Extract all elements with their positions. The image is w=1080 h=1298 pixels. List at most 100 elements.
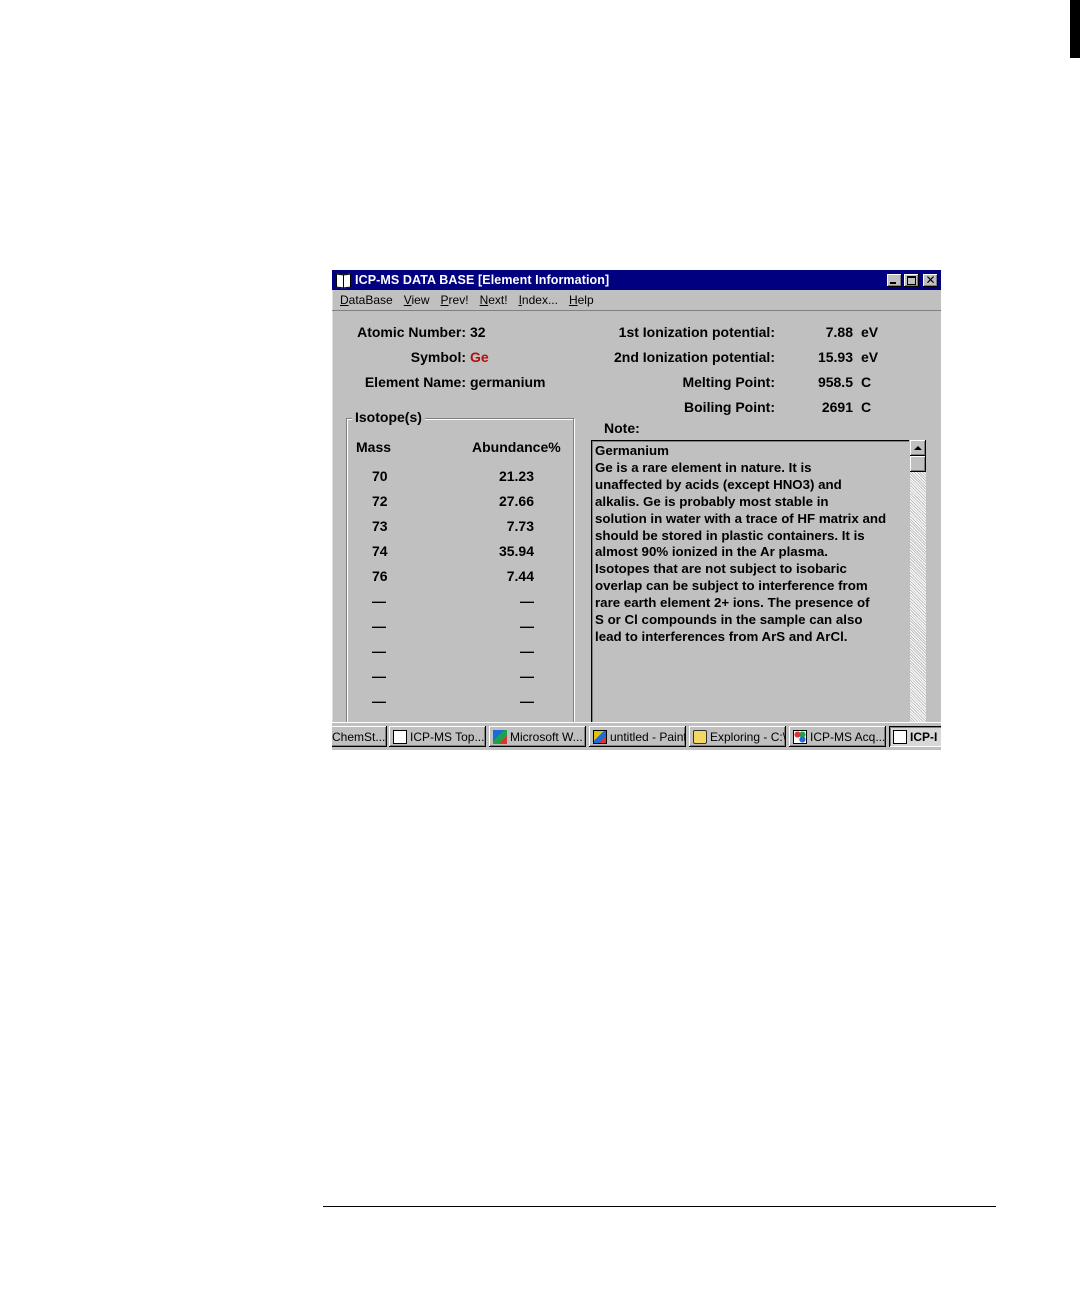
minimize-button[interactable]	[887, 273, 902, 287]
taskbar-item-microsoft-word[interactable]: Microsoft W...	[489, 726, 586, 747]
menu-next[interactable]: Next!	[480, 293, 508, 307]
taskbar-item-icpms-database[interactable]: ICP-I	[889, 726, 941, 747]
note-line: should be stored in plastic containers. …	[595, 527, 865, 543]
abundance-column-header: Abundance%	[472, 439, 561, 455]
isotope-abundance: 27.66	[498, 493, 534, 509]
melting-point-label: Melting Point:	[682, 374, 775, 390]
isotope-abundance: —	[520, 693, 534, 709]
maximize-button[interactable]	[904, 273, 919, 287]
taskbar-item-icpms-acq[interactable]: ICP-MS Acq...	[789, 726, 886, 747]
boiling-point-value: 2691	[821, 399, 853, 415]
isotope-mass: 70	[372, 468, 388, 484]
element-info-window: ICP-MS DATA BASE [Element Information] ✕…	[332, 270, 941, 750]
first-ionization-unit: eV	[861, 324, 879, 340]
second-ionization-value: 15.93	[817, 349, 853, 365]
symbol-label: Symbol:	[410, 349, 466, 365]
taskbar: ChemSt... ICP-MS Top... Microsoft W... u…	[332, 722, 941, 750]
atomic-number-label: Atomic Number:	[357, 324, 466, 340]
isotope-row: — —	[356, 593, 576, 613]
isotope-row: — —	[356, 643, 576, 663]
isotope-abundance: 7.73	[506, 518, 534, 534]
isotope-row: 70 21.23	[356, 468, 576, 488]
note-line: lead to interferences from ArS and ArCl.	[595, 628, 848, 644]
isotope-abundance: 21.23	[498, 468, 534, 484]
isotope-mass: —	[372, 643, 386, 659]
taskbar-item-label: ICP-MS Acq...	[810, 729, 886, 744]
atomic-number-value: 32	[470, 324, 486, 340]
note-scrollbar[interactable]	[909, 440, 926, 750]
note-line: Germanium	[595, 443, 669, 458]
menu-bar: DataBase View Prev! Next! Index... Help	[332, 290, 941, 311]
second-ionization-label: 2nd Ionization potential:	[614, 349, 775, 365]
isotope-mass: 72	[372, 493, 388, 509]
element-name-value: germanium	[470, 374, 546, 390]
taskbar-item-label: ICP-I	[910, 729, 938, 744]
isotope-abundance: —	[520, 593, 534, 609]
isotope-mass: —	[372, 693, 386, 709]
isotope-row: 73 7.73	[356, 518, 576, 538]
note-label: Note:	[604, 420, 640, 436]
melting-point-unit: C	[861, 374, 872, 390]
note-line: Isotopes that are not subject to isobari…	[595, 561, 847, 577]
menu-view[interactable]: View	[404, 293, 430, 307]
explorer-icon	[693, 729, 707, 744]
menu-prev[interactable]: Prev!	[441, 293, 469, 307]
taskbar-item-explorer[interactable]: Exploring - C:\	[689, 726, 786, 747]
isotopes-group-title: Isotope(s)	[352, 409, 425, 425]
symbol-value: Ge	[470, 349, 489, 365]
melting-point-value: 958.5	[817, 374, 853, 390]
book-icon	[893, 729, 907, 744]
note-line: solution in water with a trace of HF mat…	[595, 510, 887, 526]
taskbar-item-label: Exploring - C:\	[710, 729, 786, 744]
isotope-row: 72 27.66	[356, 493, 576, 513]
scroll-thumb[interactable]	[910, 456, 926, 472]
isotope-abundance: —	[520, 668, 534, 684]
isotope-row: 76 7.44	[356, 568, 576, 588]
book-icon	[335, 273, 351, 289]
first-ionization-value: 7.88	[825, 324, 853, 340]
first-ionization-label: 1st Ionization potential:	[618, 324, 775, 340]
note-line: S or Cl compounds in the sample can also	[595, 612, 863, 628]
acquisition-icon	[793, 729, 807, 744]
isotope-mass: —	[372, 668, 386, 684]
menu-help[interactable]: Help	[569, 293, 594, 307]
boiling-point-unit: C	[861, 399, 872, 415]
note-line: rare earth element 2+ ions. The presence…	[595, 595, 870, 611]
isotope-mass: 73	[372, 518, 388, 534]
isotope-row: — —	[356, 693, 576, 713]
note-line: overlap can be subject to interference f…	[595, 578, 868, 594]
isotope-abundance: 35.94	[498, 543, 534, 559]
taskbar-item-label: Microsoft W...	[510, 729, 583, 744]
note-line: Ge is a rare element in nature. It is	[595, 459, 812, 475]
note-textarea[interactable]: Germanium Ge is a rare element in nature…	[591, 440, 911, 750]
close-button[interactable]: ✕	[923, 273, 938, 287]
isotope-abundance: —	[520, 618, 534, 634]
element-name-label: Element Name:	[364, 374, 466, 390]
menu-database[interactable]: DataBase	[340, 293, 393, 307]
window-title: ICP-MS DATA BASE [Element Information]	[355, 273, 610, 287]
mass-column-header: Mass	[356, 439, 392, 455]
menu-index[interactable]: Index...	[519, 293, 558, 307]
taskbar-item-icpms-top[interactable]: ICP-MS Top...	[389, 726, 486, 747]
document-icon	[393, 729, 407, 744]
note-line: alkalis. Ge is probably most stable in	[595, 493, 829, 509]
taskbar-item-paint[interactable]: untitled - Paint	[589, 726, 686, 747]
note-line: unaffected by acids (except HNO3) and	[595, 476, 842, 492]
isotope-mass: —	[372, 618, 386, 634]
taskbar-item-chemstation[interactable]: ChemSt...	[332, 726, 387, 747]
isotope-abundance: 7.44	[506, 568, 534, 584]
isotope-mass: 76	[372, 568, 388, 584]
title-bar[interactable]: ICP-MS DATA BASE [Element Information] ✕	[332, 270, 941, 290]
scroll-up-button[interactable]	[910, 440, 926, 456]
isotope-row: — —	[356, 618, 576, 638]
page-footer-rule	[323, 1206, 996, 1207]
note-line: almost 90% ionized in the Ar plasma.	[595, 544, 829, 560]
paint-icon	[593, 729, 607, 744]
word-icon	[493, 729, 507, 744]
isotope-abundance: —	[520, 643, 534, 659]
taskbar-item-label: untitled - Paint	[610, 729, 686, 744]
taskbar-item-label: ICP-MS Top...	[410, 729, 485, 744]
isotope-row: 74 35.94	[356, 543, 576, 563]
taskbar-item-label: ChemSt...	[332, 729, 386, 744]
isotope-row: — —	[356, 668, 576, 688]
